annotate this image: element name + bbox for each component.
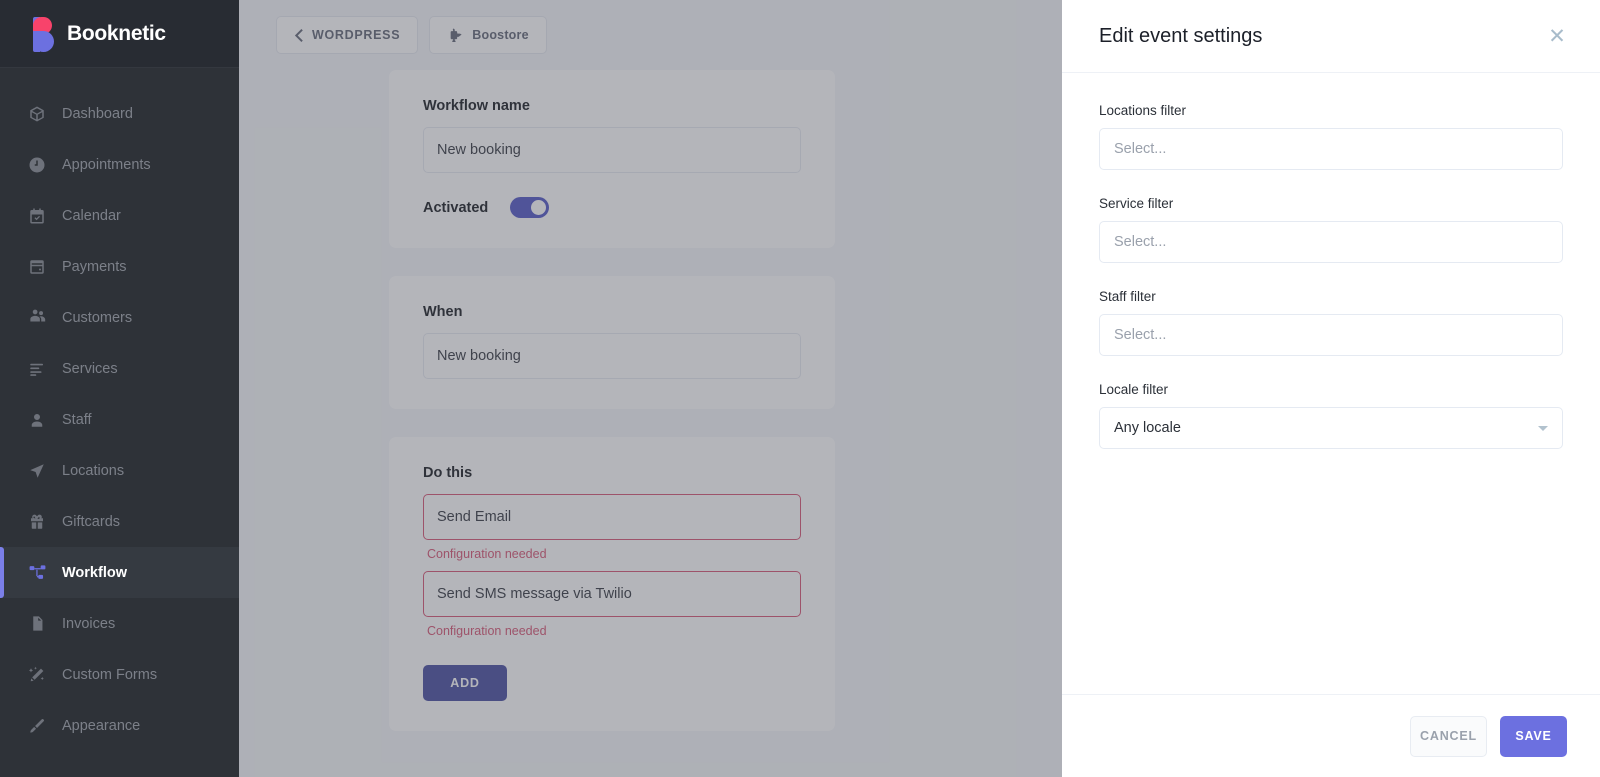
navigation-icon [26, 460, 48, 482]
panel-footer: CANCEL SAVE [1062, 694, 1600, 777]
sidebar-item-customers[interactable]: Customers [0, 292, 239, 343]
edit-event-settings-panel: Edit event settings ✕ Locations filter S… [1062, 0, 1600, 777]
sidebar-item-label: Calendar [62, 207, 121, 224]
sidebar-item-label: Staff [62, 411, 92, 428]
paintbrush-icon [26, 715, 48, 737]
sidebar-item-calendar[interactable]: Calendar [0, 190, 239, 241]
sidebar-item-label: Giftcards [62, 513, 121, 530]
locale-filter-group: Locale filter Any locale [1099, 382, 1563, 449]
staff-filter-placeholder: Select... [1114, 327, 1167, 343]
sidebar-item-label: Services [62, 360, 118, 377]
box-icon [26, 103, 48, 125]
sidebar-item-staff[interactable]: Staff [0, 394, 239, 445]
service-filter-placeholder: Select... [1114, 234, 1167, 250]
sidebar-item-invoices[interactable]: Invoices [0, 598, 239, 649]
wallet-icon [26, 256, 48, 278]
locale-filter-label: Locale filter [1099, 382, 1169, 397]
locations-filter-placeholder: Select... [1114, 141, 1167, 157]
service-filter-group: Service filter Select... [1099, 196, 1563, 263]
sidebar-item-label: Appearance [62, 717, 141, 734]
gift-icon [26, 511, 48, 533]
staff-filter-select[interactable]: Select... [1099, 314, 1563, 356]
chevron-down-icon [1538, 426, 1548, 431]
locale-filter-value: Any locale [1114, 420, 1181, 436]
panel-header: Edit event settings ✕ [1062, 0, 1600, 73]
sidebar-item-label: Customers [62, 309, 133, 326]
sidebar-nav: Dashboard Appointments Calendar Payments… [0, 68, 239, 751]
sidebar-item-giftcards[interactable]: Giftcards [0, 496, 239, 547]
sidebar-item-workflow[interactable]: Workflow [0, 547, 239, 598]
cancel-button[interactable]: CANCEL [1410, 715, 1487, 757]
locale-filter-select[interactable]: Any locale [1099, 407, 1563, 449]
workflow-icon [26, 562, 48, 584]
clock-icon [26, 154, 48, 176]
service-filter-label: Service filter [1099, 196, 1174, 211]
sidebar-item-appearance[interactable]: Appearance [0, 700, 239, 751]
staff-filter-group: Staff filter Select... [1099, 289, 1563, 356]
panel-title: Edit event settings [1099, 24, 1263, 47]
sidebar-item-services[interactable]: Services [0, 343, 239, 394]
sidebar-item-custom-forms[interactable]: Custom Forms [0, 649, 239, 700]
panel-body: Locations filter Select... Service filte… [1062, 73, 1600, 694]
list-icon [26, 358, 48, 380]
sidebar-item-label: Invoices [62, 615, 116, 632]
person-icon [26, 409, 48, 431]
sidebar-item-dashboard[interactable]: Dashboard [0, 88, 239, 139]
sidebar-item-appointments[interactable]: Appointments [0, 139, 239, 190]
calendar-icon [26, 205, 48, 227]
sidebar-item-label: Dashboard [62, 105, 133, 122]
sidebar-item-label: Workflow [62, 564, 127, 581]
users-icon [26, 307, 48, 329]
sidebar-item-payments[interactable]: Payments [0, 241, 239, 292]
sidebar-item-locations[interactable]: Locations [0, 445, 239, 496]
sidebar-brand-header[interactable]: Booknetic [0, 0, 239, 68]
sidebar-item-label: Payments [62, 258, 127, 275]
locations-filter-group: Locations filter Select... [1099, 103, 1563, 170]
sidebar-item-label: Appointments [62, 156, 151, 173]
staff-filter-label: Staff filter [1099, 289, 1156, 304]
locations-filter-select[interactable]: Select... [1099, 128, 1563, 170]
save-button[interactable]: SAVE [1500, 715, 1567, 757]
booknetic-b-logo-icon [26, 16, 54, 52]
close-icon[interactable]: ✕ [1544, 23, 1570, 49]
locations-filter-label: Locations filter [1099, 103, 1187, 118]
sidebar-item-label: Locations [62, 462, 125, 479]
sidebar: Booknetic Dashboard Appointments Calenda… [0, 0, 239, 777]
sidebar-item-label: Custom Forms [62, 666, 158, 683]
brand-name: Booknetic [67, 21, 166, 45]
magic-wand-icon [26, 664, 48, 686]
service-filter-select[interactable]: Select... [1099, 221, 1563, 263]
document-icon [26, 613, 48, 635]
